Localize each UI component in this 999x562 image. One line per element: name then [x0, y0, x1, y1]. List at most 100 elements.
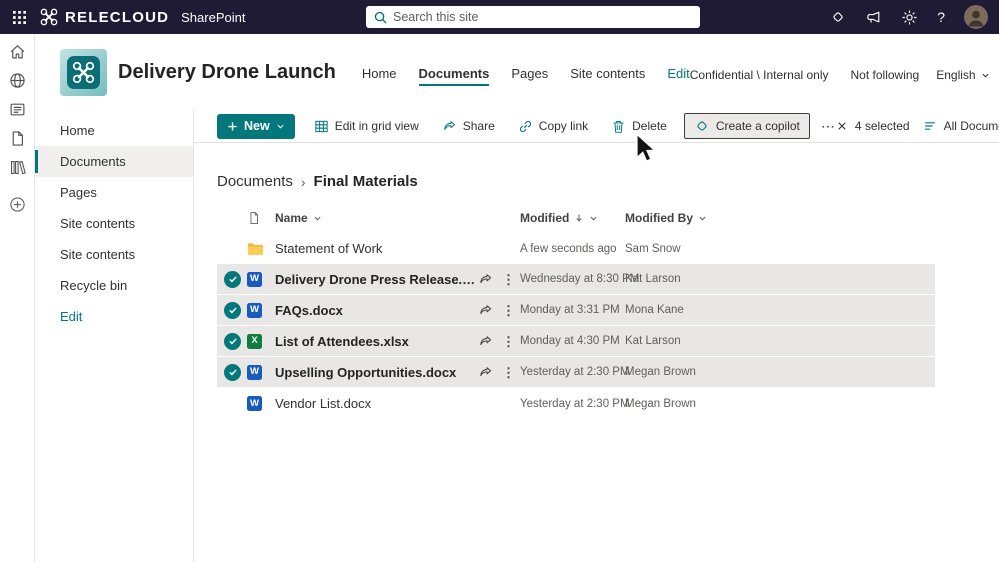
modified-by-value: Megan Brown	[625, 397, 696, 410]
home-icon[interactable]	[9, 43, 26, 60]
selected-check-icon	[224, 363, 241, 381]
cmd-copy-link[interactable]: Copy link	[514, 113, 592, 139]
file-name[interactable]: Upselling Opportunities.docx	[275, 365, 456, 380]
help-button[interactable]: ?	[937, 9, 945, 25]
copilot-icon[interactable]	[830, 9, 846, 25]
word-icon: W	[247, 396, 262, 411]
brand[interactable]: RELECLOUD SharePoint	[40, 8, 245, 26]
modified-by-value: Sam Snow	[625, 242, 681, 255]
site-nav-edit[interactable]: Edit	[667, 66, 689, 86]
megaphone-icon[interactable]	[865, 9, 882, 26]
avatar[interactable]	[964, 5, 988, 29]
modified-value: Yesterday at 2:30 PM	[520, 366, 630, 378]
left-rail	[0, 34, 35, 562]
globe-icon[interactable]	[9, 72, 26, 89]
table-row[interactable]: W Delivery Drone Press Release.docx ⋮ Wedne…	[217, 264, 935, 295]
file-name[interactable]: Statement of Work	[275, 241, 382, 256]
word-icon: W	[247, 364, 262, 380]
more-commands-button[interactable]: ⋯	[821, 118, 836, 135]
file-name[interactable]: Delivery Drone Press Release.docx	[275, 272, 478, 287]
arrow-down-icon	[574, 213, 584, 223]
site-nav-site-contents[interactable]: Site contents	[570, 66, 645, 86]
site-search[interactable]	[366, 6, 700, 28]
language-selector[interactable]: English	[936, 68, 989, 82]
cmd-delete[interactable]: Delete	[607, 113, 671, 139]
app-launcher-button[interactable]	[0, 0, 38, 34]
cmd-share[interactable]: Share	[438, 113, 499, 139]
table-row[interactable]: W Upselling Opportunities.docx ⋮ Yesterday …	[217, 357, 935, 388]
row-select[interactable]	[217, 332, 247, 350]
chevron-down-icon	[698, 214, 707, 223]
view-selector[interactable]: All Documents	[923, 119, 999, 133]
sidebar-item-home[interactable]: Home	[35, 115, 193, 146]
row-select[interactable]	[217, 270, 247, 288]
share-row-icon[interactable]	[478, 303, 493, 318]
selection-count: 4 selected	[854, 119, 910, 133]
library-icon[interactable]	[9, 159, 26, 176]
site-header: Delivery Drone Launch Home Documents Pages…	[35, 34, 999, 110]
clear-selection-button[interactable]: 4 selected	[836, 119, 910, 133]
sidebar-item-pages[interactable]: Pages	[35, 177, 193, 208]
table-row[interactable]: X List of Attendees.xlsx ⋮ Monday at 4:30 P…	[217, 326, 935, 357]
column-header-modified[interactable]: Modified	[520, 211, 625, 225]
copy-link-icon	[518, 119, 533, 134]
table-row[interactable]: Statement of Work A few seconds ago Sam Sn…	[217, 233, 935, 264]
cmd-edit-in-grid-view[interactable]: Edit in grid view	[310, 113, 423, 139]
document-icon[interactable]	[9, 130, 26, 147]
classification-label: Confidential \ Internal only	[689, 68, 829, 82]
brand-name: RELECLOUD	[65, 8, 170, 26]
more-options-icon[interactable]: ⋮	[502, 366, 515, 379]
breadcrumb-separator: ›	[300, 173, 306, 190]
share-row-icon[interactable]	[478, 365, 493, 380]
grid-icon	[314, 119, 329, 134]
sidebar: Home Documents Pages Site contents Site cont…	[35, 110, 194, 562]
more-options-icon[interactable]: ⋮	[502, 304, 515, 317]
file-type-column[interactable]	[247, 211, 275, 225]
site-nav: Home Documents Pages Site contents Edit	[362, 66, 690, 86]
selected-check-icon	[224, 301, 241, 319]
word-icon: W	[247, 271, 262, 287]
breadcrumb-root[interactable]: Documents	[217, 173, 293, 190]
site-column: Delivery Drone Launch Home Documents Pages…	[35, 34, 999, 562]
topbar-icon-set	[830, 9, 918, 26]
table-row[interactable]: W FAQs.docx ⋮ Monday at 3:31 PM Mona Kane	[217, 295, 935, 326]
waffle-icon	[12, 10, 27, 25]
site-nav-home[interactable]: Home	[362, 66, 397, 86]
sidebar-item-edit[interactable]: Edit	[35, 301, 193, 332]
product-name: SharePoint	[181, 9, 246, 25]
gear-icon[interactable]	[901, 9, 918, 26]
row-select[interactable]	[217, 363, 247, 381]
cmd-create-a-copilot[interactable]: Create a copilot	[683, 113, 810, 139]
row-select[interactable]	[217, 301, 247, 319]
column-header-name[interactable]: Name	[275, 211, 520, 225]
table-row[interactable]: W Vendor List.docx Yesterday at 2:30 PM Meg…	[217, 388, 935, 419]
file-name[interactable]: List of Attendees.xlsx	[275, 334, 409, 349]
more-options-icon[interactable]: ⋮	[502, 335, 515, 348]
share-row-icon[interactable]	[478, 272, 493, 287]
file-name[interactable]: FAQs.docx	[275, 303, 343, 318]
sidebar-item-recycle-bin[interactable]: Recycle bin	[35, 270, 193, 301]
table-body: Statement of Work A few seconds ago Sam Sn…	[217, 233, 935, 419]
sidebar-item-site-contents[interactable]: Site contents	[35, 239, 193, 270]
news-icon[interactable]	[9, 101, 26, 118]
share-row-icon[interactable]	[478, 334, 493, 349]
modified-by-value: Megan Brown	[625, 366, 696, 378]
file-name[interactable]: Vendor List.docx	[275, 396, 371, 411]
search-input[interactable]	[393, 10, 692, 24]
sidebar-item-documents[interactable]: Documents	[35, 146, 193, 177]
column-header-modified-by[interactable]: Modified By	[625, 211, 935, 225]
follow-button[interactable]: Not following	[846, 68, 920, 82]
clear-x-icon	[836, 120, 848, 132]
site-logo[interactable]	[60, 48, 107, 96]
plus-icon	[227, 121, 238, 132]
add-circle-icon[interactable]	[9, 196, 26, 213]
more-options-icon[interactable]: ⋮	[502, 273, 515, 286]
sidebar-item-site-contents[interactable]: Site contents	[35, 208, 193, 239]
drone-icon	[72, 61, 95, 84]
site-title: Delivery Drone Launch	[118, 60, 336, 83]
topbar-actions: ?	[830, 5, 999, 29]
site-nav-documents[interactable]: Documents	[418, 66, 489, 86]
new-button[interactable]: New	[217, 113, 295, 139]
site-nav-pages[interactable]: Pages	[511, 66, 548, 86]
view-name: All Documents	[943, 119, 999, 133]
